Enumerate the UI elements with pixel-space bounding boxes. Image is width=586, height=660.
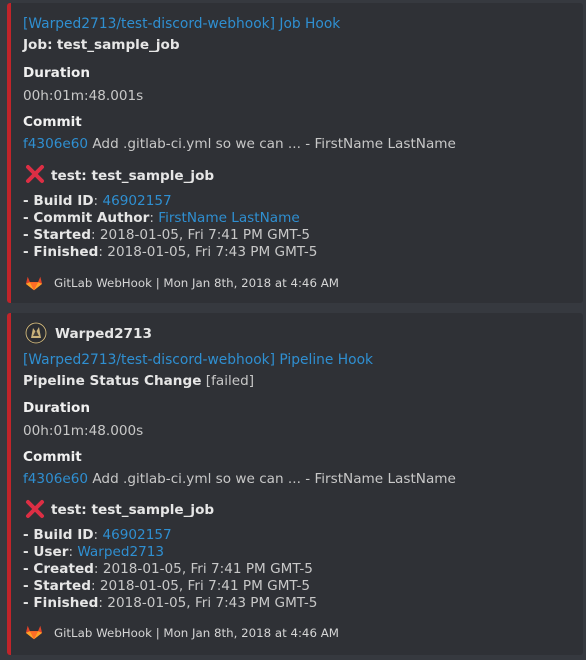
commit-hash-link[interactable]: f4306e60: [23, 136, 88, 152]
gitlab-icon: [25, 625, 43, 640]
detail-row: - Commit Author: FirstName LastName: [23, 210, 300, 226]
detail-prefix: -: [23, 578, 34, 594]
detail-label: Created: [33, 561, 94, 577]
detail-value[interactable]: 46902157: [102, 527, 171, 543]
commit-line: f4306e60 Add .gitlab-ci.yml so we can ..…: [23, 136, 456, 152]
commit-label: Commit: [23, 449, 82, 465]
detail-row: - Finished: 2018-01-05, Fri 7:43 PM GMT-…: [23, 595, 317, 611]
commit-line: f4306e60 Add .gitlab-ci.yml so we can ..…: [23, 471, 456, 487]
duration-label: Duration: [23, 400, 91, 416]
detail-label: Finished: [33, 244, 99, 260]
embed-footer: GitLab WebHook | Mon Jan 8th, 2018 at 4:…: [54, 276, 339, 290]
detail-row: - Build ID: 46902157: [23, 527, 172, 543]
detail-label: Commit Author: [33, 210, 150, 226]
x-mark-icon: [26, 500, 44, 518]
embed-subtitle: Job: test_sample_job: [23, 37, 180, 53]
duration-value: 00h:01m:48.000s: [23, 423, 144, 439]
subtitle-value: [failed]: [205, 373, 255, 389]
detail-prefix: -: [23, 561, 34, 577]
detail-prefix: -: [23, 595, 34, 611]
avatar[interactable]: [25, 322, 47, 344]
detail-prefix: -: [23, 527, 34, 543]
embed-subtitle: Pipeline Status Change [failed]: [23, 373, 254, 389]
detail-separator: :: [98, 595, 108, 611]
detail-label: Build ID: [33, 193, 94, 209]
detail-separator: :: [91, 578, 100, 594]
detail-value: 2018-01-05, Fri 7:41 PM GMT-5: [102, 561, 313, 577]
detail-value[interactable]: Warped2713: [77, 544, 164, 560]
job-hook-embed: [Warped2713/test-discord-webhook] Job Ho…: [7, 3, 583, 303]
detail-value: 2018-01-05, Fri 7:43 PM GMT-5: [107, 244, 318, 260]
job-title: test: test_sample_job: [51, 502, 215, 518]
detail-value: 2018-01-05, Fri 7:41 PM GMT-5: [99, 227, 311, 243]
commit-label: Commit: [23, 114, 82, 130]
subtitle-label: Pipeline Status Change: [23, 373, 202, 389]
detail-row: - Started: 2018-01-05, Fri 7:41 PM GMT-5: [23, 578, 310, 594]
detail-prefix: -: [23, 210, 34, 226]
detail-label: Started: [33, 227, 91, 243]
duration-value: 00h:01m:48.001s: [23, 88, 144, 104]
commit-hash-link[interactable]: f4306e60: [23, 471, 88, 487]
detail-row: - Build ID: 46902157: [23, 193, 172, 209]
detail-row: - Started: 2018-01-05, Fri 7:41 PM GMT-5: [23, 227, 310, 243]
detail-separator: :: [98, 244, 108, 260]
detail-row: - Created: 2018-01-05, Fri 7:41 PM GMT-5: [23, 561, 313, 577]
detail-value[interactable]: 46902157: [102, 193, 171, 209]
duration-label: Duration: [23, 65, 91, 81]
detail-separator: :: [91, 227, 100, 243]
detail-separator: :: [68, 544, 78, 560]
commit-message: Add .gitlab-ci.yml so we can ... - First…: [92, 136, 456, 152]
detail-prefix: -: [23, 227, 34, 243]
detail-label: Build ID: [33, 527, 94, 543]
subtitle-value: test_sample_job: [56, 37, 180, 53]
detail-prefix: -: [23, 244, 34, 260]
detail-label: Started: [33, 578, 91, 594]
embed-title-link[interactable]: [Warped2713/test-discord-webhook] Job Ho…: [23, 16, 340, 32]
embed-title-link[interactable]: [Warped2713/test-discord-webhook] Pipeli…: [23, 352, 373, 368]
gitlab-icon: [25, 276, 43, 291]
embed-footer: GitLab WebHook | Mon Jan 8th, 2018 at 4:…: [54, 626, 339, 640]
detail-prefix: -: [23, 193, 34, 209]
detail-separator: :: [149, 210, 159, 226]
detail-row: - User: Warped2713: [23, 544, 164, 560]
detail-value: 2018-01-05, Fri 7:43 PM GMT-5: [107, 595, 318, 611]
detail-row: - Finished: 2018-01-05, Fri 7:43 PM GMT-…: [23, 244, 317, 260]
pipeline-hook-embed: Warped2713 [Warped2713/test-discord-webh…: [7, 313, 583, 655]
x-mark-icon: [26, 165, 44, 183]
detail-value: 2018-01-05, Fri 7:41 PM GMT-5: [99, 578, 311, 594]
detail-label: Finished: [33, 595, 99, 611]
detail-prefix: -: [23, 544, 34, 560]
commit-message: Add .gitlab-ci.yml so we can ... - First…: [92, 471, 456, 487]
detail-label: User: [33, 544, 69, 560]
subtitle-label: Job:: [23, 37, 53, 53]
author-name[interactable]: Warped2713: [55, 326, 152, 342]
job-title: test: test_sample_job: [51, 168, 215, 184]
detail-separator: :: [93, 561, 103, 577]
detail-value[interactable]: FirstName LastName: [158, 210, 299, 226]
